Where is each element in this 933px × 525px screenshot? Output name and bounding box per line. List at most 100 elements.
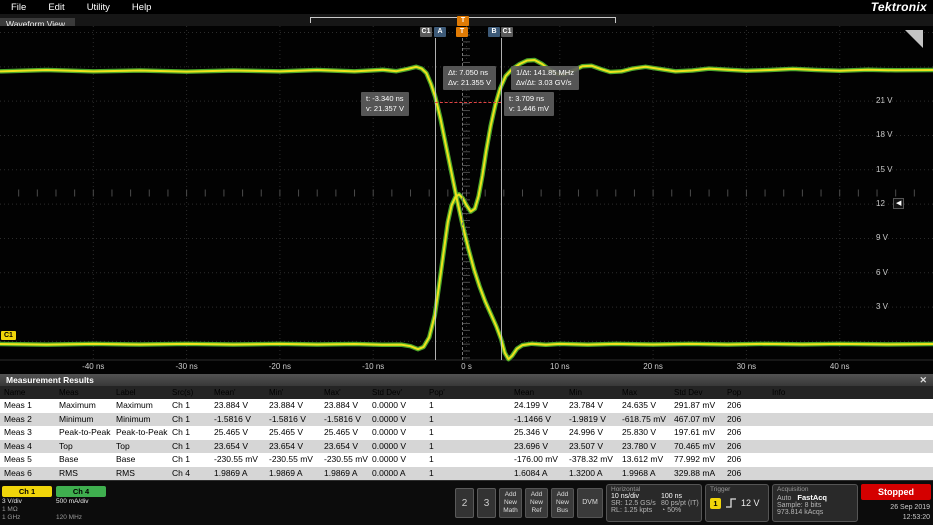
time-axis-label: 40 ns [829,362,850,371]
add-new-math-button[interactable]: Add New Math [499,488,522,518]
measurement-row[interactable]: Meas 5 Base Base Ch 1 -230.55 mV -230.55 mV -2… [0,453,933,467]
ch1-position-marker[interactable]: C1 [1,331,16,340]
ch4-bandwidth: 120 MHz [56,513,83,521]
measurement-cell [768,413,933,427]
measurement-cell: 206 [727,427,742,437]
column-header: Pop' [429,388,445,397]
record-view-bracket[interactable]: T [310,16,616,26]
measurement-cell: Meas 2 [4,413,32,424]
horizontal-panel[interactable]: Horizontal 10 ns/div 100 ns SR: 12.5 GS/… [606,484,702,522]
measurement-cell: -230.55 mV [324,454,368,464]
measurement-cell: 23.507 V [569,440,604,451]
trigger-flag[interactable]: T [456,27,468,37]
menu-edit[interactable]: Edit [37,2,75,13]
measurement-cell: Top [116,440,130,451]
cursor-a-flag[interactable]: A [434,27,446,37]
measurement-cell: -1.5816 V [214,413,251,424]
cursor-b-readout: t: 3.709 ns v: 1.446 mV [504,92,555,117]
add-new-ref-button[interactable]: Add New Ref [525,488,548,518]
measurement-cell: Ch 1 [172,454,190,464]
measurement-cell: -230.55 mV [269,454,313,464]
measurement-cell [768,440,933,454]
measurement-cell: -1.1466 V [514,413,551,424]
measurement-cell: 0.0000 V [372,413,407,424]
measurement-cell: 25.830 V [622,427,657,437]
dvm-button[interactable]: DVM [577,488,603,518]
measurement-cell: 197.61 mV [674,427,716,437]
fastacq-label: FastAcq [797,493,827,502]
channel-2-button[interactable]: 2 [455,488,474,518]
measurement-cell: 23.654 V [269,440,304,451]
measurement-cell: -230.55 mV [214,454,258,464]
waveform-display[interactable]: C1 A T B C1 Δt: 7.050 ns Δv: 21.355 V 1/… [0,26,933,374]
measurement-cell: Peak-to-Peak [59,427,111,437]
measurement-cell [768,453,933,467]
column-header: Pop [727,388,742,397]
ch1-impedance: 1 MΩ [2,505,18,513]
trigger-level-marker[interactable]: ◀ [893,198,905,209]
measurement-cell: Ch 1 [172,440,190,451]
acquisition-status-button[interactable]: Stopped [861,484,931,501]
measurement-cell: 1.9869 A [324,467,358,478]
trigger-panel[interactable]: Trigger 1 12 V [705,484,769,522]
measurement-cell: 25.465 V [269,427,304,437]
menu-help[interactable]: Help [121,2,163,13]
measurement-row[interactable]: Meas 6 RMS RMS Ch 4 1.9869 A 1.9869 A 1.9869 A… [0,466,933,481]
column-header: Max [622,388,638,397]
measurement-cell: 467.07 mV [674,413,716,424]
acquisition-sample: Sample: 8 bits [777,502,822,509]
measurement-cell: 0.0000 V [372,427,407,437]
measurement-cell: 23.654 V [324,440,359,451]
measurement-row[interactable]: Meas 1 Maximum Maximum Ch 1 23.884 V 23.884 V… [0,399,933,413]
cursor-b-line[interactable] [501,38,502,360]
cursor-a-channel-flag[interactable]: C1 [420,27,432,37]
add-new-bus-button[interactable]: Add New Bus [551,488,574,518]
voltage-axis-label: 12 [876,199,885,209]
trigger-position-indicator[interactable]: T [457,16,469,26]
measurement-cell: Ch 1 [172,400,190,410]
measurement-cell: 13.612 mV [622,454,664,464]
readout-line: t: -3.340 ns [366,94,404,103]
menu-file[interactable]: File [0,2,37,13]
horizontal-record-length: RL: 1.25 kpts [611,507,653,514]
channel-1-badge[interactable]: Ch 1 [2,485,52,497]
measurement-cell: 206 [727,413,742,424]
measurement-cell: Base [59,454,79,464]
menu-bar: File Edit Utility Help Tektronix [0,0,933,14]
acquisition-count: 973.814 kAcqs [777,509,824,516]
datetime-display: 26 Sep 2019 12:53:20 [861,503,931,522]
time-label: 12:53:20 [902,513,930,521]
trigger-source-badge: 1 [710,497,721,509]
cursor-b-flag[interactable]: B [488,27,500,37]
voltage-axis-label: 18 V [876,130,893,140]
time-axis-label: -30 ns [175,362,198,371]
view-tab-strip: Waveform View T [0,14,933,30]
channel-3-button[interactable]: 3 [477,488,496,518]
acquisition-title: Acquisition [777,486,809,493]
readout-line: Δt: 7.050 ns [448,68,489,77]
measurement-row[interactable]: Meas 4 Top Top Ch 1 23.654 V 23.654 V 23.654 V… [0,439,933,454]
column-header: Min [569,388,582,397]
measurement-results-title: Measurement Results [6,375,94,385]
cursor-level-line [435,102,501,103]
column-header: Mean' [214,388,236,397]
measurement-cell: 1 [429,413,434,424]
corner-fold-icon[interactable] [905,30,923,48]
measurement-cell: Minimum [116,413,151,424]
menu-utility[interactable]: Utility [76,2,121,13]
cursor-a-line[interactable] [435,38,436,360]
measurement-cell: Top [59,440,73,451]
measurement-cell: Meas 5 [4,454,32,464]
close-icon[interactable]: ✕ [919,374,927,386]
measurement-row[interactable]: Meas 2 Minimum Minimum Ch 1 -1.5816 V -1.5816… [0,412,933,427]
cursor-rate-readout: 1/Δt: 141.85 MHz Δv/Δt: 3.03 GV/s [511,66,579,91]
measurement-row[interactable]: Meas 3 Peak-to-Peak Peak-to-Peak Ch 1 25.465… [0,426,933,440]
status-bar: Ch 1 3 V/div 1 MΩ 1 GHz Ch 4 500 mA/div … [0,480,933,525]
acquisition-panel[interactable]: Acquisition Auto FastAcq Sample: 8 bits 9… [772,484,858,522]
horizontal-resolution: 80 ps/pt (IT) [661,500,699,507]
channel-4-badge[interactable]: Ch 4 [56,485,106,497]
measurement-results-panel: Measurement Results ✕ Name Meas Label Src(s… [0,374,933,480]
readout-line: Δv/Δt: 3.03 GV/s [516,78,572,88]
cursor-b-channel-flag[interactable]: C1 [501,27,513,37]
measurement-cell [768,467,933,481]
